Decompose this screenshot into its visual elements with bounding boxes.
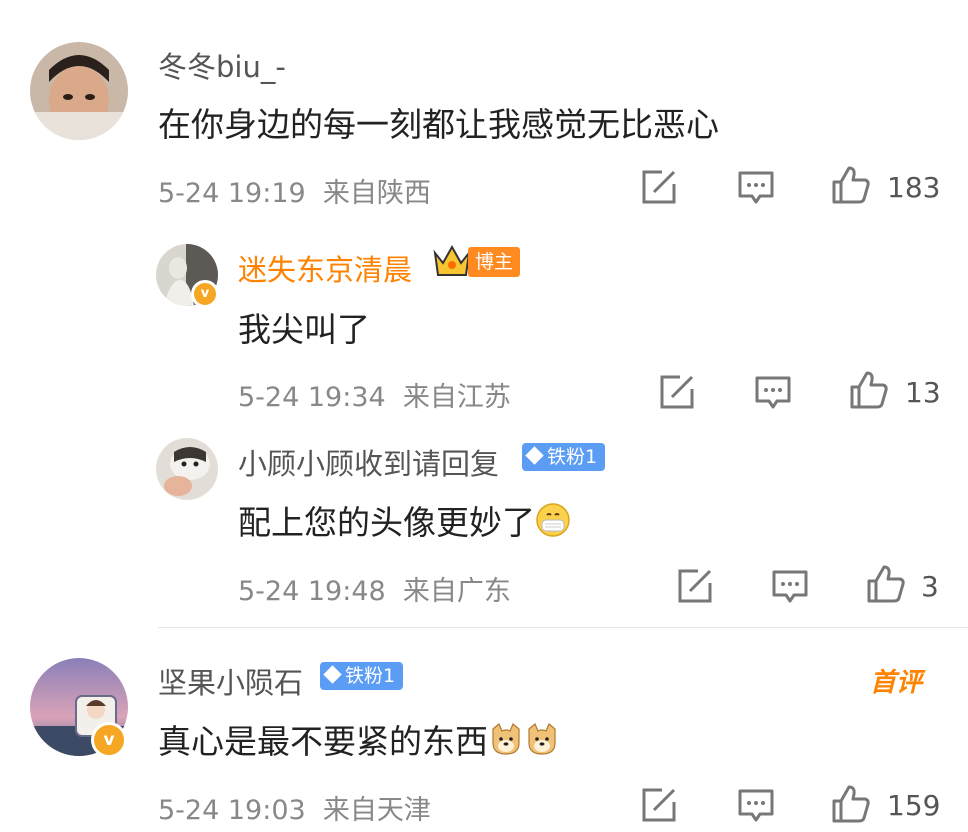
comment-icon[interactable] bbox=[771, 567, 809, 609]
like-count: 13 bbox=[905, 376, 941, 409]
share-icon[interactable] bbox=[640, 168, 678, 210]
comment-text-body: 真心是最不要紧的东西 bbox=[158, 722, 488, 761]
diamond-icon bbox=[525, 446, 544, 465]
comment-text: 真心是最不要紧的东西 bbox=[158, 715, 560, 765]
comment-text: 在你身边的每一刻都让我感觉无比恶心 bbox=[158, 105, 719, 144]
like-icon[interactable] bbox=[830, 164, 872, 210]
comment-location: 来自江苏 bbox=[402, 382, 511, 413]
comment-meta: 5-24 19:48 来自广东 bbox=[238, 569, 511, 608]
share-icon[interactable] bbox=[658, 373, 696, 415]
comment-text: 我尖叫了 bbox=[238, 310, 370, 349]
verified-icon: v bbox=[191, 280, 219, 308]
first-comment-badge: 首评 bbox=[870, 668, 923, 698]
avatar[interactable] bbox=[156, 438, 218, 500]
doge-icon bbox=[488, 721, 524, 765]
share-icon[interactable] bbox=[640, 786, 678, 828]
comment-location: 来自陕西 bbox=[322, 178, 431, 209]
comment-icon[interactable] bbox=[737, 786, 775, 828]
like-count: 159 bbox=[887, 789, 941, 822]
doge-icon bbox=[524, 721, 560, 765]
like-icon[interactable] bbox=[830, 783, 872, 829]
diamond-icon bbox=[323, 665, 342, 684]
comment-location: 来自广东 bbox=[402, 576, 511, 607]
fan-badge: 铁粉1 bbox=[522, 443, 606, 471]
username[interactable]: 坚果小陨石 bbox=[158, 660, 303, 702]
verified-icon: v bbox=[91, 722, 127, 758]
like-count: 3 bbox=[921, 570, 939, 603]
comment-meta: 5-24 19:03 来自天津 bbox=[158, 788, 431, 827]
avatar[interactable] bbox=[30, 42, 128, 140]
comment-meta: 5-24 19:34 来自江苏 bbox=[238, 375, 511, 414]
username[interactable]: 迷失东京清晨 bbox=[238, 247, 412, 289]
share-icon[interactable] bbox=[676, 567, 714, 609]
mask-face-icon bbox=[535, 502, 571, 546]
like-icon[interactable] bbox=[865, 563, 907, 609]
comment-time: 5-24 19:34 bbox=[238, 382, 386, 413]
like-icon[interactable] bbox=[848, 369, 890, 415]
divider bbox=[158, 627, 968, 628]
comment-location: 来自天津 bbox=[322, 795, 431, 826]
host-badge: 博主 bbox=[468, 247, 521, 277]
fan-badge-label: 铁粉1 bbox=[345, 665, 396, 687]
comment-meta: 5-24 19:19 来自陕西 bbox=[158, 171, 431, 210]
comment-time: 5-24 19:48 bbox=[238, 576, 386, 607]
username[interactable]: 小顾小顾收到请回复 bbox=[238, 441, 499, 483]
like-count: 183 bbox=[887, 171, 941, 204]
username[interactable]: 冬冬biu_- bbox=[158, 44, 286, 86]
fan-badge-label: 铁粉1 bbox=[547, 446, 598, 468]
crown-icon bbox=[432, 243, 472, 283]
comment-icon[interactable] bbox=[754, 373, 792, 415]
fan-badge: 铁粉1 bbox=[320, 662, 404, 690]
comment-time: 5-24 19:03 bbox=[158, 795, 306, 826]
comment-icon[interactable] bbox=[737, 168, 775, 210]
comment-text-body: 配上您的头像更妙了 bbox=[238, 503, 535, 542]
comment-time: 5-24 19:19 bbox=[158, 178, 306, 209]
comment-text: 配上您的头像更妙了 bbox=[238, 496, 571, 546]
